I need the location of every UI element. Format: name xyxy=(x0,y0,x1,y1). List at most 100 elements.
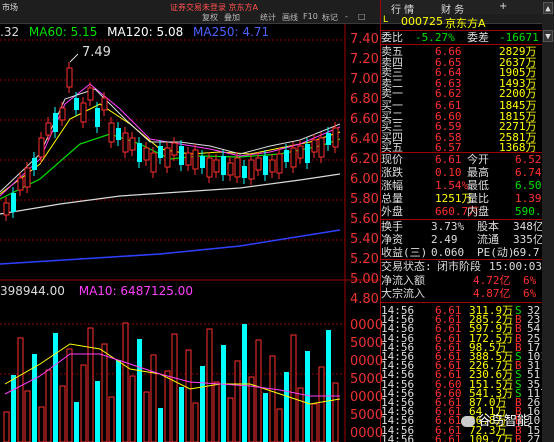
tick-price: 6.61 xyxy=(435,432,462,442)
status-value: 闭市阶段 xyxy=(437,260,481,273)
stats-row: 总量 1251万 量比 1.39 xyxy=(381,192,543,205)
weibi-value: -5.27% xyxy=(415,31,455,44)
ma-pink-line xyxy=(0,83,341,197)
volume-bar xyxy=(227,397,234,442)
stat-label: 收益(三) xyxy=(381,246,428,259)
stat-label: 股本 xyxy=(477,220,499,233)
overlay-button[interactable]: 叠加 xyxy=(224,12,240,23)
volume-bar xyxy=(108,396,115,442)
stat-value: 6.52 xyxy=(515,153,542,166)
scroll-up-button[interactable]: ▲ xyxy=(543,2,553,14)
stat-label: 涨跌 xyxy=(381,166,403,179)
kline-chart-area[interactable]: 7.49 .32 MA60: 5.15 MA120: 5.08 MA250: 4… xyxy=(0,24,384,442)
volume-bar xyxy=(17,337,24,442)
weicha-value: -16671 xyxy=(499,31,539,44)
minimize-button[interactable]: - xyxy=(345,12,348,21)
mark-button[interactable]: 标记 xyxy=(322,12,338,23)
volume-bar xyxy=(234,360,241,442)
stats2-row: 收益(三) 0.060 PE(动) 69.7 xyxy=(381,246,543,259)
volume-bar xyxy=(255,339,262,442)
candle xyxy=(221,156,226,175)
price-tick-label: 5.60 xyxy=(350,212,379,227)
price-tick-label: 5.40 xyxy=(350,232,379,247)
stat-label: 涨幅 xyxy=(381,179,403,192)
weicha-label: 委差 xyxy=(467,31,489,44)
draw-button[interactable]: 画线 xyxy=(282,12,298,23)
stat-label: 流通 xyxy=(477,233,499,246)
volume-bar xyxy=(276,408,283,442)
volume-bar xyxy=(221,345,226,442)
volume-tick-label: 0000 xyxy=(350,318,384,333)
volume-bar xyxy=(74,402,79,442)
candle xyxy=(116,128,121,140)
volume-bar xyxy=(200,366,205,442)
candle xyxy=(248,159,255,180)
stat-label: 净资 xyxy=(381,233,403,246)
volume-tick-label: 0000 xyxy=(350,426,384,441)
scroll-down-button[interactable]: ▼ xyxy=(543,30,553,42)
flow-label: 大宗流入 xyxy=(381,287,425,300)
tick-time: 14:56 xyxy=(381,432,415,442)
stats2-row: 换手 3.73% 股本 348亿 xyxy=(381,220,544,233)
price-tick-label: 5.00 xyxy=(350,272,379,287)
stat-label: 总量 xyxy=(381,192,403,205)
stats-row: 涨跌 0.10 最高 6.74 xyxy=(381,166,543,179)
tick-count: 27 xyxy=(527,432,541,442)
candle xyxy=(150,152,157,173)
price-tick-label: 6.00 xyxy=(350,172,379,187)
tick-volume: 109.7万 xyxy=(469,432,514,442)
candle xyxy=(269,159,276,173)
ma-white-line xyxy=(0,88,341,193)
candle xyxy=(164,147,171,168)
volume-bar xyxy=(290,334,297,442)
price-tick-label: 7.20 xyxy=(350,52,379,67)
volume-bar xyxy=(129,375,136,442)
kline-chart[interactable]: 7.49 xyxy=(0,24,380,442)
tab-finance[interactable]: 财 务 xyxy=(441,1,464,16)
stat-value: 1.54% xyxy=(435,179,469,192)
volume-bar xyxy=(318,366,325,442)
f10-button[interactable]: F10 xyxy=(303,12,318,21)
stat-label: 换手 xyxy=(381,220,403,233)
flow-row: 大宗流入 4.87亿 6% xyxy=(381,287,543,300)
stats-row: 现价 6.61 今开 6.52 xyxy=(381,153,543,166)
stat-value: 1.39 xyxy=(515,192,542,205)
volume-bar xyxy=(242,324,247,442)
candle xyxy=(45,122,52,136)
candle xyxy=(87,87,94,101)
candle xyxy=(158,146,163,158)
candle xyxy=(24,167,31,188)
quote-panel: 行 情 财 务 + L 000725 京东方A 委比 -5.27% 委差 -16… xyxy=(380,0,554,442)
ma60-label: MA60: 5.15 xyxy=(28,25,98,39)
price-tick-label: 5.80 xyxy=(350,192,379,207)
peak-label: 7.49 xyxy=(82,45,111,60)
tab-quote[interactable]: 行 情 xyxy=(391,1,414,16)
flow-pct: 6% xyxy=(523,274,537,287)
candle xyxy=(255,157,262,171)
volume-bar xyxy=(116,360,121,442)
fuquan-button[interactable]: 复权 xyxy=(202,12,218,23)
stat-label: 今开 xyxy=(467,153,489,166)
market-label[interactable]: 市场 xyxy=(2,2,18,13)
stat-value: 348亿 xyxy=(513,220,544,233)
trading-status-row: 交易状态: 闭市阶段 15:00:03 xyxy=(381,260,543,273)
maximize-button[interactable]: □ xyxy=(358,12,366,21)
stats2-row: 净资 2.49 流通 335亿 xyxy=(381,233,544,246)
volume-bar xyxy=(53,333,58,442)
volume-bar xyxy=(122,322,129,442)
stat-label: 量比 xyxy=(467,192,489,205)
stat-label: 最高 xyxy=(467,166,489,179)
volume-bar xyxy=(311,403,318,442)
tick-row: 14:56 6.61 109.7万 B 27 xyxy=(381,433,543,442)
candle xyxy=(192,149,199,170)
stats-button[interactable]: 统计 xyxy=(260,12,276,23)
volume-tick-label: 0000 xyxy=(350,390,384,405)
vertical-scrollbar[interactable] xyxy=(542,0,554,442)
volume-bar xyxy=(80,364,87,442)
tab-add[interactable]: + xyxy=(499,1,507,12)
panel-header: 行 情 财 务 + xyxy=(381,0,543,16)
candle xyxy=(53,113,58,132)
info-icon[interactable]: L xyxy=(383,15,388,25)
candle xyxy=(3,202,10,216)
candle xyxy=(38,137,45,158)
